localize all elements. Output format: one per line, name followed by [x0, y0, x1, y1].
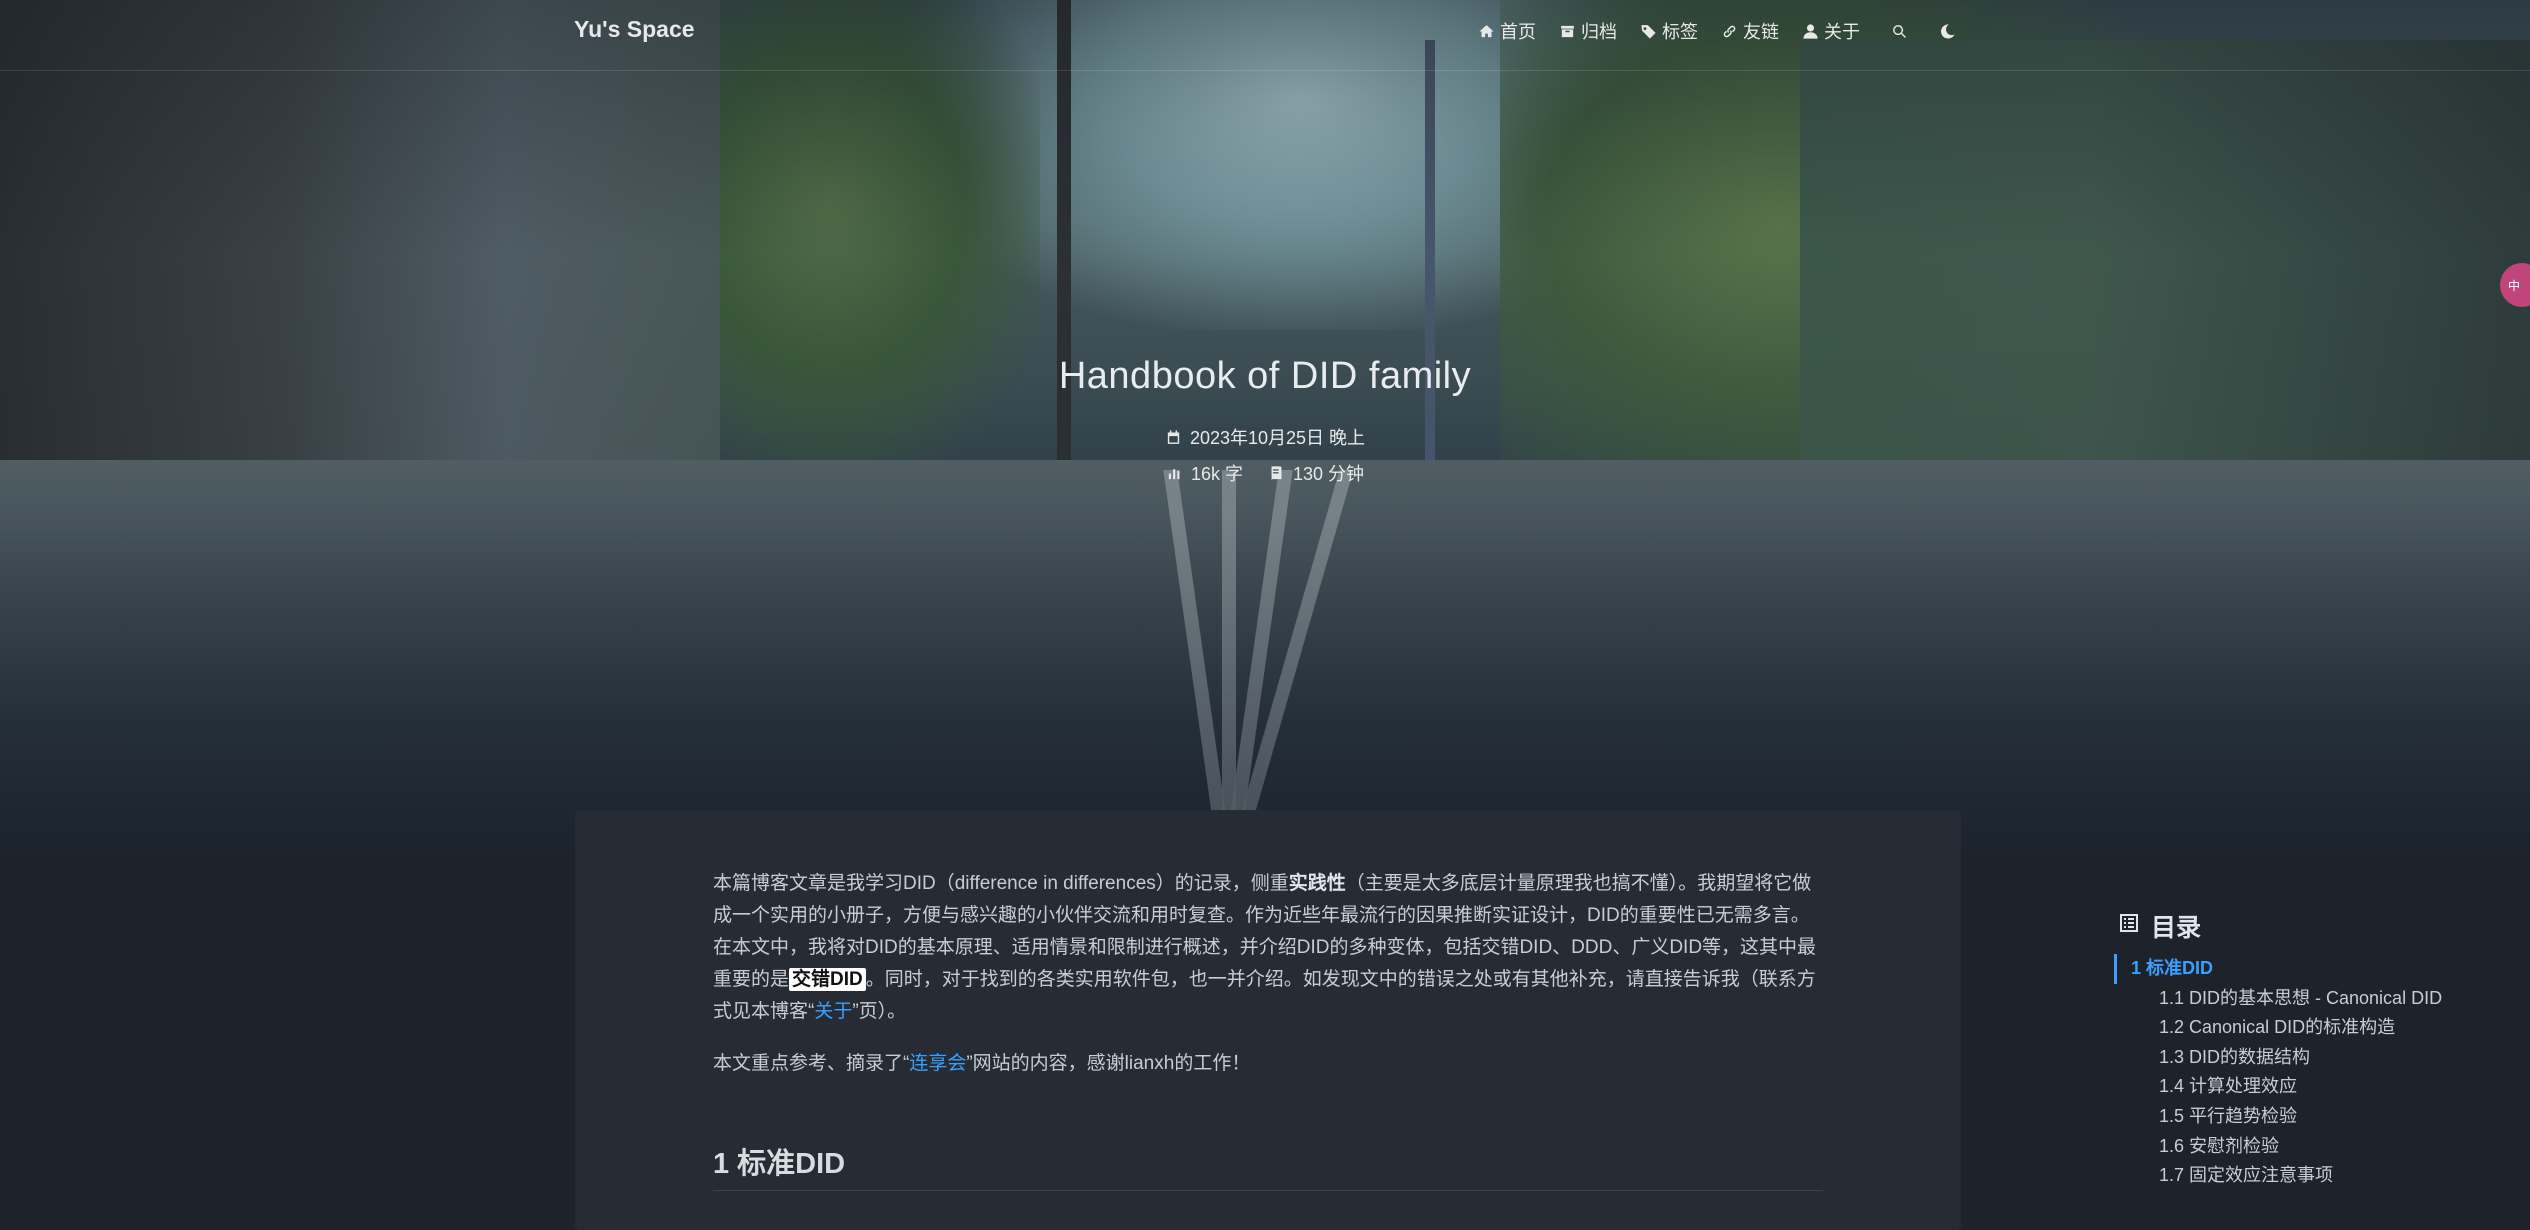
- nav-item-label: 归档: [1581, 22, 1617, 42]
- nav-item-label: 首页: [1500, 22, 1536, 42]
- nav-item-archive[interactable]: 归档: [1558, 18, 1617, 44]
- nav-menu: 首页 归档 标签 友链 关于: [1477, 18, 1956, 44]
- toc-item[interactable]: 1.5 平行趋势检验: [2117, 1102, 2530, 1132]
- toc-header: 目录: [2117, 908, 2530, 944]
- toc-title: 目录: [2151, 914, 2202, 942]
- user-icon: [1801, 22, 1819, 40]
- intro-paragraph: 本篇博客文章是我学习DID（difference in differences）…: [713, 868, 1823, 1028]
- toc-item[interactable]: 1 标准DID: [2114, 954, 2530, 984]
- post-word-count: 16k 字: [1190, 464, 1243, 484]
- nav-item-tags[interactable]: 标签: [1639, 18, 1698, 44]
- nav-item-label: 友链: [1743, 22, 1779, 42]
- bold-text: 实践性: [1288, 873, 1346, 894]
- toc-item[interactable]: 1.2 Canonical DID的标准构造: [2117, 1013, 2530, 1043]
- post-date: 2023年10月25日 晚上: [1189, 428, 1366, 448]
- chart-icon: [1166, 463, 1183, 484]
- tags-icon: [1639, 22, 1657, 40]
- nav-item-label: 标签: [1662, 22, 1698, 42]
- toc-item[interactable]: 1.1 DID的基本思想 - Canonical DID: [2117, 984, 2530, 1014]
- post-meta-date: 2023年10月25日 晚上: [0, 424, 2530, 450]
- nav-item-home[interactable]: 首页: [1477, 18, 1536, 44]
- highlighted-text: 交错DID: [789, 968, 866, 991]
- search-icon: [1890, 22, 1908, 40]
- nav-item-about[interactable]: 关于: [1801, 18, 1860, 44]
- toc-item[interactable]: 1.3 DID的数据结构: [2117, 1043, 2530, 1073]
- site-title[interactable]: Yu's Space: [574, 16, 695, 43]
- lianxh-link[interactable]: 连享会: [909, 1053, 966, 1074]
- toc-item[interactable]: 1.6 安慰剂检验: [2117, 1132, 2530, 1162]
- toc-item[interactable]: 1.4 计算处理效应: [2117, 1072, 2530, 1102]
- theme-toggle-button[interactable]: [1938, 22, 1956, 40]
- moon-icon: [1938, 22, 1956, 40]
- nav-item-links[interactable]: 友链: [1720, 18, 1779, 44]
- toc-item[interactable]: 1.7 固定效应注意事项: [2117, 1161, 2530, 1191]
- post-read-time: 130 分钟: [1293, 464, 1365, 484]
- text-run: ”网站的内容，感谢lianxh的工作！: [966, 1053, 1251, 1074]
- reference-paragraph: 本文重点参考、摘录了“连享会”网站的内容，感谢lianxh的工作！: [713, 1048, 1823, 1080]
- section-heading: 1 标准DID: [713, 1140, 1823, 1191]
- archive-icon: [1558, 22, 1576, 40]
- calendar-icon: [1165, 427, 1182, 448]
- post-title: Handbook of DID family: [1058, 355, 1472, 397]
- text-run: 本篇博客文章是我学习DID（difference in differences）…: [713, 873, 1289, 894]
- nav-item-label: 关于: [1824, 22, 1860, 42]
- list-icon: [2117, 911, 2141, 942]
- table-of-contents: 目录 1 标准DID 1.1 DID的基本思想 - Canonical DID …: [2114, 908, 2530, 1191]
- search-button[interactable]: [1890, 22, 1908, 40]
- navbar: Yu's Space 首页 归档 标签 友链 关于: [0, 0, 2530, 71]
- link-icon: [1720, 22, 1738, 40]
- post-body: 本篇博客文章是我学习DID（difference in differences）…: [713, 868, 1823, 1100]
- about-link[interactable]: 关于: [814, 1001, 852, 1022]
- book-icon: [1268, 463, 1285, 484]
- home-icon: [1477, 22, 1495, 40]
- text-run: ”页）。: [852, 1001, 907, 1022]
- text-run: 本文重点参考、摘录了“: [713, 1053, 910, 1074]
- post-meta-stats: 16k 字 130 分钟: [0, 460, 2530, 486]
